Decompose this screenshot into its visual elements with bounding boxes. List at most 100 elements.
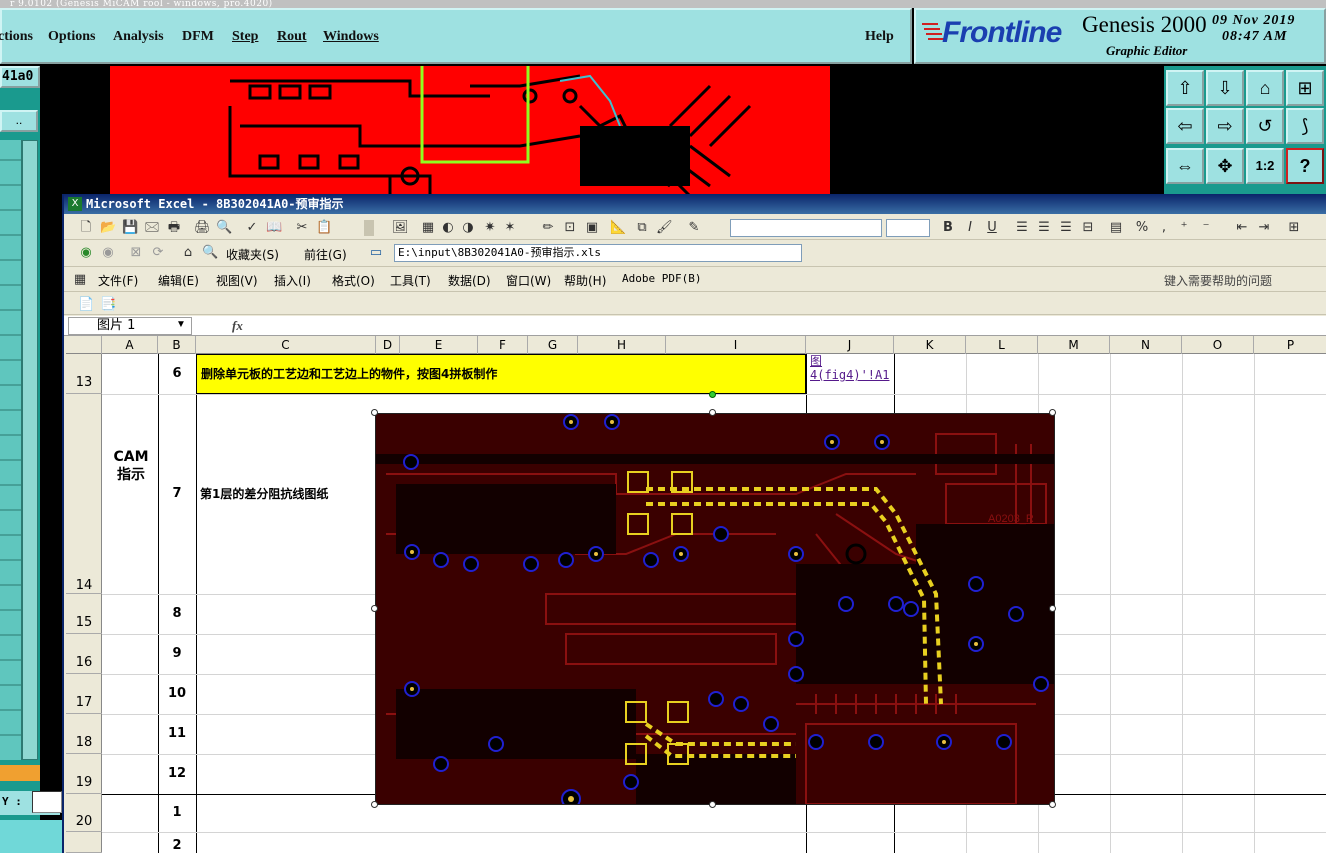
- home-icon[interactable]: ⌂: [1246, 70, 1284, 106]
- stop-icon[interactable]: ⊠: [128, 245, 144, 261]
- contrast-up-icon[interactable]: ◐: [440, 220, 456, 236]
- format-picture-icon[interactable]: ⧉: [634, 220, 650, 236]
- menu-rout[interactable]: Rout: [277, 29, 307, 45]
- menu-analysis[interactable]: Analysis: [113, 29, 164, 45]
- spelling-icon[interactable]: ✓: [244, 220, 260, 236]
- go-menu[interactable]: 前往(G): [304, 246, 347, 263]
- name-box[interactable]: 图片 1: [68, 317, 192, 335]
- embedded-pcb-picture[interactable]: A0203_R: [375, 413, 1055, 805]
- zoom-fit-icon[interactable]: ⇔: [1166, 148, 1204, 184]
- compress-icon[interactable]: 📐: [610, 220, 626, 236]
- research-icon[interactable]: 📖: [266, 220, 282, 236]
- help-search-input[interactable]: 键入需要帮助的问题: [1164, 272, 1324, 290]
- col-header-j[interactable]: J: [806, 336, 894, 354]
- decrease-decimal-icon[interactable]: ⁻: [1198, 220, 1214, 236]
- col-header-p[interactable]: P: [1254, 336, 1326, 354]
- menu-insert[interactable]: 插入(I): [274, 272, 311, 289]
- cell-j13-hyperlink[interactable]: 图4(fig4)'!A1: [808, 354, 896, 394]
- forward-icon[interactable]: ◉: [100, 245, 116, 261]
- bold-button[interactable]: B: [940, 220, 956, 236]
- menu-step[interactable]: Step: [232, 29, 258, 45]
- picture-color-icon[interactable]: ▦: [420, 220, 436, 236]
- menu-help[interactable]: Help: [865, 29, 894, 45]
- search-web-icon[interactable]: 🔍: [202, 245, 218, 261]
- increase-indent-icon[interactable]: ⇥: [1256, 220, 1272, 236]
- brightness-up-icon[interactable]: ✷: [482, 220, 498, 236]
- resize-handle[interactable]: [709, 801, 716, 808]
- pdf-attach-icon[interactable]: 📑: [100, 297, 116, 313]
- cell-c14-description[interactable]: 第1层的差分阻抗线图纸: [200, 394, 376, 594]
- col-header-k[interactable]: K: [894, 336, 966, 354]
- toolbar-overflow[interactable]: [364, 220, 374, 236]
- cell-b17[interactable]: 10: [158, 674, 196, 714]
- cell-b15[interactable]: 8: [158, 594, 196, 634]
- comma-button[interactable]: ,: [1156, 220, 1172, 236]
- col-header-d[interactable]: D: [376, 336, 400, 354]
- view-right-icon[interactable]: ⇨: [1206, 108, 1244, 144]
- menu-dfm[interactable]: DFM: [182, 29, 214, 45]
- row-header-16[interactable]: 16: [66, 634, 102, 674]
- cell-c13-instruction[interactable]: 删除单元板的工艺边和工艺边上的物件，按图4拼板制作: [196, 354, 806, 394]
- layer-list[interactable]: [0, 140, 22, 760]
- col-header-b[interactable]: B: [158, 336, 196, 354]
- underline-button[interactable]: U: [984, 220, 1000, 236]
- permission-icon[interactable]: 🖂: [144, 220, 160, 236]
- menu-edit[interactable]: 编辑(E): [158, 272, 199, 289]
- menu-options[interactable]: Options: [48, 29, 95, 45]
- row-header-20[interactable]: 20: [66, 794, 102, 832]
- menu-window[interactable]: 窗口(W): [506, 272, 551, 289]
- menu-windows[interactable]: Windows: [323, 29, 379, 45]
- cell-b21[interactable]: 2: [158, 832, 196, 853]
- select-all-corner[interactable]: [66, 336, 102, 354]
- show-web-toolbar-icon[interactable]: ▭: [368, 245, 384, 261]
- cell-b14[interactable]: 7: [158, 394, 196, 594]
- cell-a-cam-label[interactable]: CAM 指示: [104, 448, 158, 484]
- font-size-dropdown[interactable]: [886, 219, 930, 237]
- worksheet-grid[interactable]: A B C D E F G H I J K L M N O P 13 14 15…: [66, 336, 1326, 853]
- open-icon[interactable]: 📂: [100, 220, 116, 236]
- row-header-14[interactable]: 14: [66, 394, 102, 594]
- rotate-handle[interactable]: [709, 391, 716, 398]
- rotate-icon[interactable]: ⊡: [562, 220, 578, 236]
- row-header-19[interactable]: 19: [66, 754, 102, 794]
- copy-icon[interactable]: 📋: [316, 220, 332, 236]
- menu-view[interactable]: 视图(V): [216, 272, 258, 289]
- insert-function-icon[interactable]: fx: [232, 318, 243, 334]
- help-icon[interactable]: ?: [1286, 148, 1324, 184]
- col-header-h[interactable]: H: [578, 336, 666, 354]
- line-style-icon[interactable]: ▣: [584, 220, 600, 236]
- cell-b16[interactable]: 9: [158, 634, 196, 674]
- layer-scrollbar[interactable]: [22, 140, 38, 760]
- resize-handle[interactable]: [1049, 801, 1056, 808]
- pcb-layer-view[interactable]: [110, 60, 830, 198]
- col-header-g[interactable]: G: [528, 336, 578, 354]
- contrast-down-icon[interactable]: ◑: [460, 220, 476, 236]
- col-header-a[interactable]: A: [102, 336, 158, 354]
- borders-icon[interactable]: ⊞: [1286, 220, 1302, 236]
- set-transparent-icon[interactable]: 🖌: [656, 220, 673, 236]
- brightness-down-icon[interactable]: ✶: [502, 220, 518, 236]
- col-header-c[interactable]: C: [196, 336, 376, 354]
- resize-handle[interactable]: [1049, 409, 1056, 416]
- cell-b18[interactable]: 11: [158, 714, 196, 754]
- resize-handle[interactable]: [371, 605, 378, 612]
- italic-button[interactable]: I: [962, 220, 978, 236]
- align-left-icon[interactable]: ☰: [1014, 220, 1030, 236]
- grid-view-icon[interactable]: ⊞: [1286, 70, 1324, 106]
- new-icon[interactable]: 🗋: [78, 220, 94, 236]
- col-header-o[interactable]: O: [1182, 336, 1254, 354]
- col-header-e[interactable]: E: [400, 336, 478, 354]
- back-icon[interactable]: ◉: [78, 245, 94, 261]
- resize-handle[interactable]: [371, 409, 378, 416]
- job-name-field[interactable]: 41a0: [0, 66, 40, 88]
- cell-b19[interactable]: 12: [158, 754, 196, 794]
- row-header-17[interactable]: 17: [66, 674, 102, 714]
- cut-icon[interactable]: ✂: [294, 220, 310, 236]
- menu-data[interactable]: 数据(D): [448, 272, 491, 289]
- scale-icon[interactable]: 1:2: [1246, 148, 1284, 184]
- row-header-13[interactable]: 13: [66, 354, 102, 394]
- favorites-menu[interactable]: 收藏夹(S): [226, 246, 279, 263]
- insert-picture-icon[interactable]: 🖼: [392, 220, 409, 236]
- view-left-icon[interactable]: ⇦: [1166, 108, 1204, 144]
- currency-icon[interactable]: ▤: [1108, 220, 1124, 236]
